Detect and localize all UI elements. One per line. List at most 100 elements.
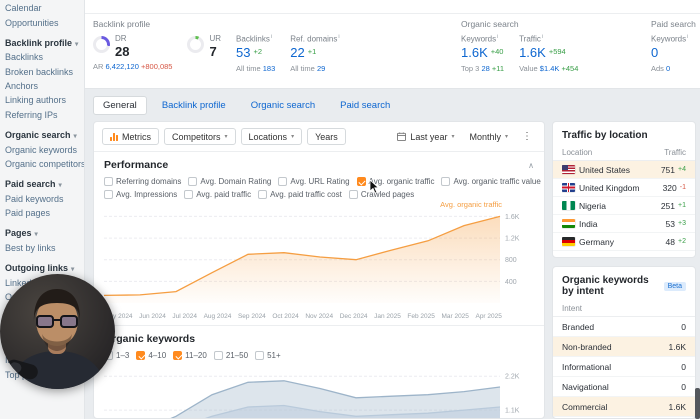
intent-row-navigational[interactable]: Navigational0 [553,377,695,397]
sidebar-item-linking-authors[interactable]: Linking authors [0,93,85,107]
location-row-united-kingdom[interactable]: United Kingdom320-1 [553,179,695,197]
intent-row-branded[interactable]: Branded0 [553,317,695,337]
organic-keywords-value[interactable]: 1.6K [461,46,488,60]
metric-label: Ref. domainsi [290,34,339,44]
sidebar-item-paid-pages[interactable]: Paid pages [0,206,85,220]
checkbox-avg-domain-rating[interactable]: Avg. Domain Rating [188,177,271,186]
chevron-down-icon: ▾ [35,231,38,238]
ref-domains-value[interactable]: 22 [290,46,304,60]
filter-toolbar: Metrics Competitors ▾ Locations ▾ Years [94,122,544,152]
collapse-icon[interactable]: ∧ [528,161,534,170]
domain-rating-metric: DR 28 AR 6,422,120 +800,085 [93,34,172,73]
competitors-filter-button[interactable]: Competitors ▾ [164,128,236,145]
locations-filter-button[interactable]: Locations ▾ [241,128,303,145]
checkbox-avg-organic-traffic-value[interactable]: Avg. organic traffic value [441,177,540,186]
checkbox-box[interactable] [258,190,267,199]
checkbox-box[interactable] [184,190,193,199]
granularity-button[interactable]: Monthly ▾ [464,128,513,145]
intent-label: Non-branded [562,342,612,352]
tab-backlink-profile[interactable]: Backlink profile [152,96,236,115]
sidebar-item-paid-keywords[interactable]: Paid keywords [0,192,85,206]
checkbox-label: Avg. organic traffic value [453,177,540,186]
checkbox-box[interactable] [214,351,223,360]
location-row-germany[interactable]: Germany48+2 [553,233,695,251]
group-title: Organic search [461,19,629,29]
tab-paid-search[interactable]: Paid search [330,96,400,115]
more-options-button[interactable]: ⋮ [518,131,536,142]
sidebar-item-organic-search[interactable]: Organic search▾ [0,128,85,142]
ref-domains-alltime: All time 29 [290,64,339,73]
x-axis-label: Dec 2024 [340,313,368,320]
intent-row-non-branded[interactable]: Non-branded1.6K [553,337,695,357]
sidebar-item-organic-keywords[interactable]: Organic keywords [0,142,85,156]
checkbox-avg-url-rating[interactable]: Avg. URL Rating [278,177,349,186]
checkbox-box[interactable] [188,177,197,186]
tab-general[interactable]: General [93,96,147,115]
sidebar-item-backlinks[interactable]: Backlinks [0,50,85,64]
domain-rating-value: 28 [115,45,129,59]
date-range-button[interactable]: Last year ▾ [392,128,459,145]
years-filter-button[interactable]: Years [307,128,346,145]
location-traffic-change: +1 [678,202,686,209]
sidebar-item-paid-search[interactable]: Paid search▾ [0,177,85,191]
checkbox-box[interactable] [441,177,450,186]
checkbox-box[interactable] [136,351,145,360]
checkbox-box[interactable] [255,351,264,360]
sidebar-item-opportunities[interactable]: Opportunities [0,15,85,29]
checkbox-box[interactable] [104,190,113,199]
performance-chart-canvas[interactable]: 4008001.2K1.6K [104,203,544,312]
ref-domains-change: +1 [308,47,317,56]
sidebar-item-broken-backlinks[interactable]: Broken backlinks [0,65,85,79]
sidebar-item-anchors[interactable]: Anchors [0,79,85,93]
metrics-filter-button[interactable]: Metrics [102,128,159,145]
sidebar-item-referring-ips[interactable]: Referring IPs [0,108,85,122]
performance-metric-checkboxes: Referring domains Avg. Domain Rating Avg. … [94,174,544,201]
checkbox-label: Avg. paid traffic cost [270,190,342,199]
location-table-body: United States751+4United Kingdom320-1Nig… [553,161,695,251]
location-traffic-value: 751 [661,165,675,175]
organic-keywords-title: Organic keywords [104,333,195,345]
backlinks-value[interactable]: 53 [236,46,250,60]
checkbox-box[interactable] [349,190,358,199]
organic-keywords-chart-canvas[interactable]: 1.1K2.2K [104,364,544,419]
checkbox-4-10[interactable]: 4–10 [136,351,166,360]
tab-organic-search[interactable]: Organic search [241,96,325,115]
checkbox-21-50[interactable]: 21–50 [214,351,248,360]
ahrefs-site-explorer: CalendarOpportunitiesBacklink profile▾Ba… [0,0,700,419]
metric-label: Keywordsi [461,34,504,44]
sidebar-item-organic-competitors[interactable]: Organic competitors [0,157,85,171]
location-row-india[interactable]: India53+3 [553,215,695,233]
compare-top5-toggle[interactable]: Compare top 5 on chart [553,251,695,258]
scrollbar-thumb[interactable] [695,388,700,419]
x-axis-label: Feb 2025 [407,313,434,320]
chevron-down-icon: ▾ [75,41,78,48]
checkbox-avg-paid-traffic-cost[interactable]: Avg. paid traffic cost [258,190,342,199]
checkbox-box[interactable] [104,177,113,186]
sidebar-item-best-by-links[interactable]: Best by links [0,241,85,255]
checkbox-box[interactable] [278,177,287,186]
checkbox-box[interactable] [357,177,366,186]
chevron-down-icon: ▾ [225,133,228,140]
flag-in-icon [562,219,575,228]
organic-traffic-value[interactable]: 1.6K [519,46,546,60]
paid-keywords-value[interactable]: 0 [651,46,658,60]
checkbox-avg-paid-traffic[interactable]: Avg. paid traffic [184,190,251,199]
location-row-united-states[interactable]: United States751+4 [553,161,695,179]
checkbox-11-20[interactable]: 11–20 [173,351,207,360]
checkbox-referring-domains[interactable]: Referring domains [104,177,181,186]
svg-text:800: 800 [505,257,517,264]
sidebar-item-backlink-profile[interactable]: Backlink profile▾ [0,36,85,50]
checkbox-box[interactable] [173,351,182,360]
checkbox-avg-organic-traffic[interactable]: Avg. organic traffic [357,177,435,186]
checkbox-avg-impressions[interactable]: Avg. Impressions [104,190,177,199]
checkbox-crawled-pages[interactable]: Crawled pages [349,190,414,199]
location-row-nigeria[interactable]: Nigeria251+1 [553,197,695,215]
ahrefs-rank-value[interactable]: 6,422,120 [106,62,139,71]
checkbox-51[interactable]: 51+ [255,351,281,360]
chevron-down-icon: ▾ [451,133,454,140]
sidebar-item-outgoing-links[interactable]: Outgoing links▾ [0,261,85,275]
intent-row-commercial[interactable]: Commercial1.6K [553,397,695,417]
sidebar-item-calendar[interactable]: Calendar [0,1,85,15]
intent-row-informational[interactable]: Informational0 [553,357,695,377]
sidebar-item-pages[interactable]: Pages▾ [0,226,85,240]
